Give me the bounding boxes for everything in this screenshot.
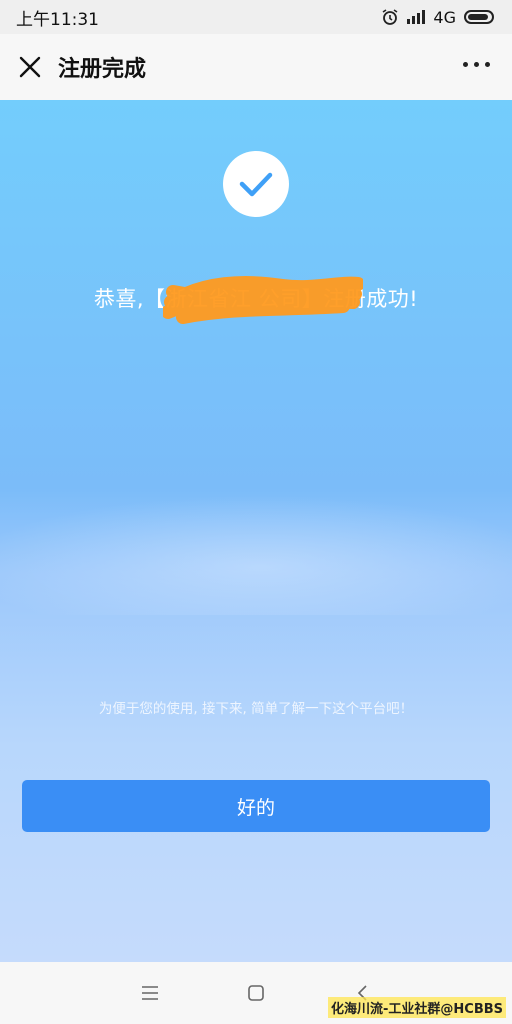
check-icon xyxy=(239,172,273,197)
background-cloud xyxy=(0,495,512,615)
status-icons: 4G xyxy=(381,8,494,27)
close-icon xyxy=(19,56,41,78)
intro-text: 为便于您的使用, 接下来, 简单了解一下这个平台吧！ xyxy=(98,701,414,717)
home-icon xyxy=(248,985,264,1001)
menu-icon xyxy=(142,986,158,1000)
menu-button[interactable] xyxy=(139,982,161,1004)
signal-icon xyxy=(407,10,426,24)
redaction-scribble xyxy=(163,276,363,324)
status-time: 上午11:31 xyxy=(16,9,99,30)
close-button[interactable] xyxy=(16,53,44,81)
success-badge xyxy=(223,151,289,217)
alarm-icon xyxy=(382,9,398,25)
status-bar: 上午11:31 4G xyxy=(0,0,512,34)
network-type: 4G xyxy=(433,7,456,27)
battery-icon xyxy=(464,10,494,24)
home-button[interactable] xyxy=(245,982,267,1004)
ok-button[interactable]: 好的 xyxy=(22,780,490,832)
more-button[interactable] xyxy=(463,62,490,67)
watermark: 化海川流-工业社群@HCBBS xyxy=(328,997,506,1018)
header: 注册完成 xyxy=(0,34,512,100)
more-icon xyxy=(463,62,468,67)
page-title: 注册完成 xyxy=(58,57,147,82)
navigation-bar: 化海川流-工业社群@HCBBS xyxy=(0,962,512,1024)
main-content: 恭喜,【浙江省江 公司】注册成功! 为便于您的使用, 接下来, 简单了解一下这个… xyxy=(0,100,512,962)
